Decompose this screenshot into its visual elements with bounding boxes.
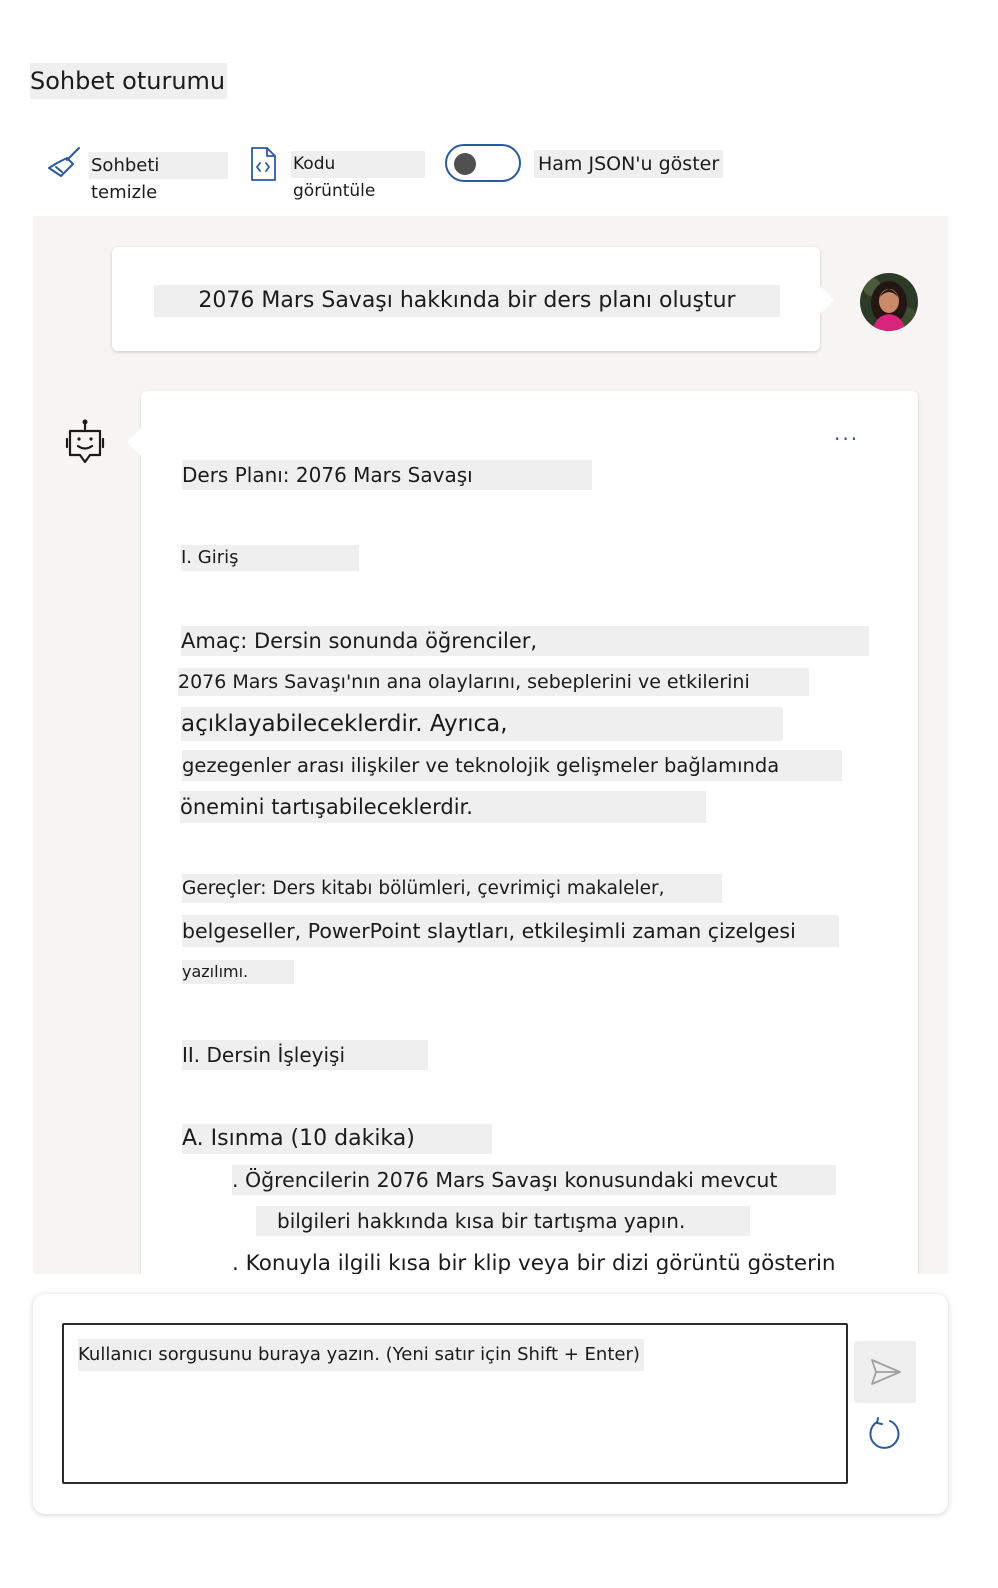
user-message-bubble: 2076 Mars Savaşı hakkında bir ders planı… (112, 247, 820, 351)
message-line: yazılımı. (182, 960, 294, 984)
clear-chat-button[interactable]: Sohbeti temizle (46, 146, 228, 203)
message-line: Ders Planı: 2076 Mars Savaşı (182, 460, 592, 490)
query-placeholder: Kullanıcı sorgusunu buraya yazın. (Yeni … (78, 1339, 644, 1371)
message-line: bilgileri hakkında kısa bir tartışma yap… (256, 1206, 750, 1236)
message-line: önemini tartışabileceklerdir. (180, 791, 706, 823)
input-panel: Kullanıcı sorgusunu buraya yazın. (Yeni … (33, 1294, 948, 1514)
message-line: Gereçler: Ders kitabı bölümleri, çevrimi… (182, 874, 722, 903)
message-line: 2076 Mars Savaşı'nın ana olaylarını, seb… (178, 668, 809, 696)
toggle-knob (454, 153, 476, 175)
raw-json-toggle[interactable] (445, 144, 521, 182)
message-line: gezegenler arası ilişkiler ve teknolojik… (182, 750, 842, 781)
user-message-text: 2076 Mars Savaşı hakkında bir ders planı… (154, 285, 780, 317)
chat-area[interactable]: 2076 Mars Savaşı hakkında bir ders planı… (33, 216, 948, 1274)
message-line: Amaç: Dersin sonunda öğrenciler, (181, 626, 869, 656)
message-line: açıklayabileceklerdir. Ayrıca, (181, 707, 783, 741)
avatar (860, 273, 918, 331)
assistant-message-bubble: ... Ders Planı: 2076 Mars Savaşı I. Giri… (141, 391, 918, 1274)
page-title: Sohbet oturumu (30, 63, 228, 99)
send-icon (870, 1358, 902, 1390)
user-bubble-pointer (820, 286, 834, 314)
more-options-button[interactable]: ... (834, 421, 859, 445)
message-line: . Konuyla ilgili kısa bir klip veya bir … (232, 1251, 836, 1274)
query-input[interactable]: Kullanıcı sorgusunu buraya yazın. (Yeni … (62, 1323, 848, 1484)
message-line: belgeseller, PowerPoint slaytları, etkil… (182, 915, 839, 947)
message-line: A. Isınma (10 dakika) (182, 1124, 492, 1154)
refresh-button[interactable] (866, 1416, 902, 1456)
message-line: I. Giriş (181, 545, 359, 571)
raw-json-label: Ham JSON'u göster (534, 150, 724, 178)
bot-icon (65, 418, 105, 472)
assistant-bubble-pointer (127, 428, 141, 456)
message-line: . Öğrencilerin 2076 Mars Savaşı konusund… (232, 1165, 836, 1195)
message-line: II. Dersin İşleyişi (182, 1040, 428, 1070)
view-code-button[interactable]: Kodu görüntüle (249, 146, 425, 201)
view-code-label: Kodu görüntüle (291, 151, 425, 201)
refresh-icon (866, 1417, 902, 1456)
clear-chat-label: Sohbeti temizle (89, 152, 228, 203)
broom-icon (46, 146, 82, 182)
send-button[interactable] (854, 1341, 916, 1403)
code-file-icon (249, 146, 279, 182)
